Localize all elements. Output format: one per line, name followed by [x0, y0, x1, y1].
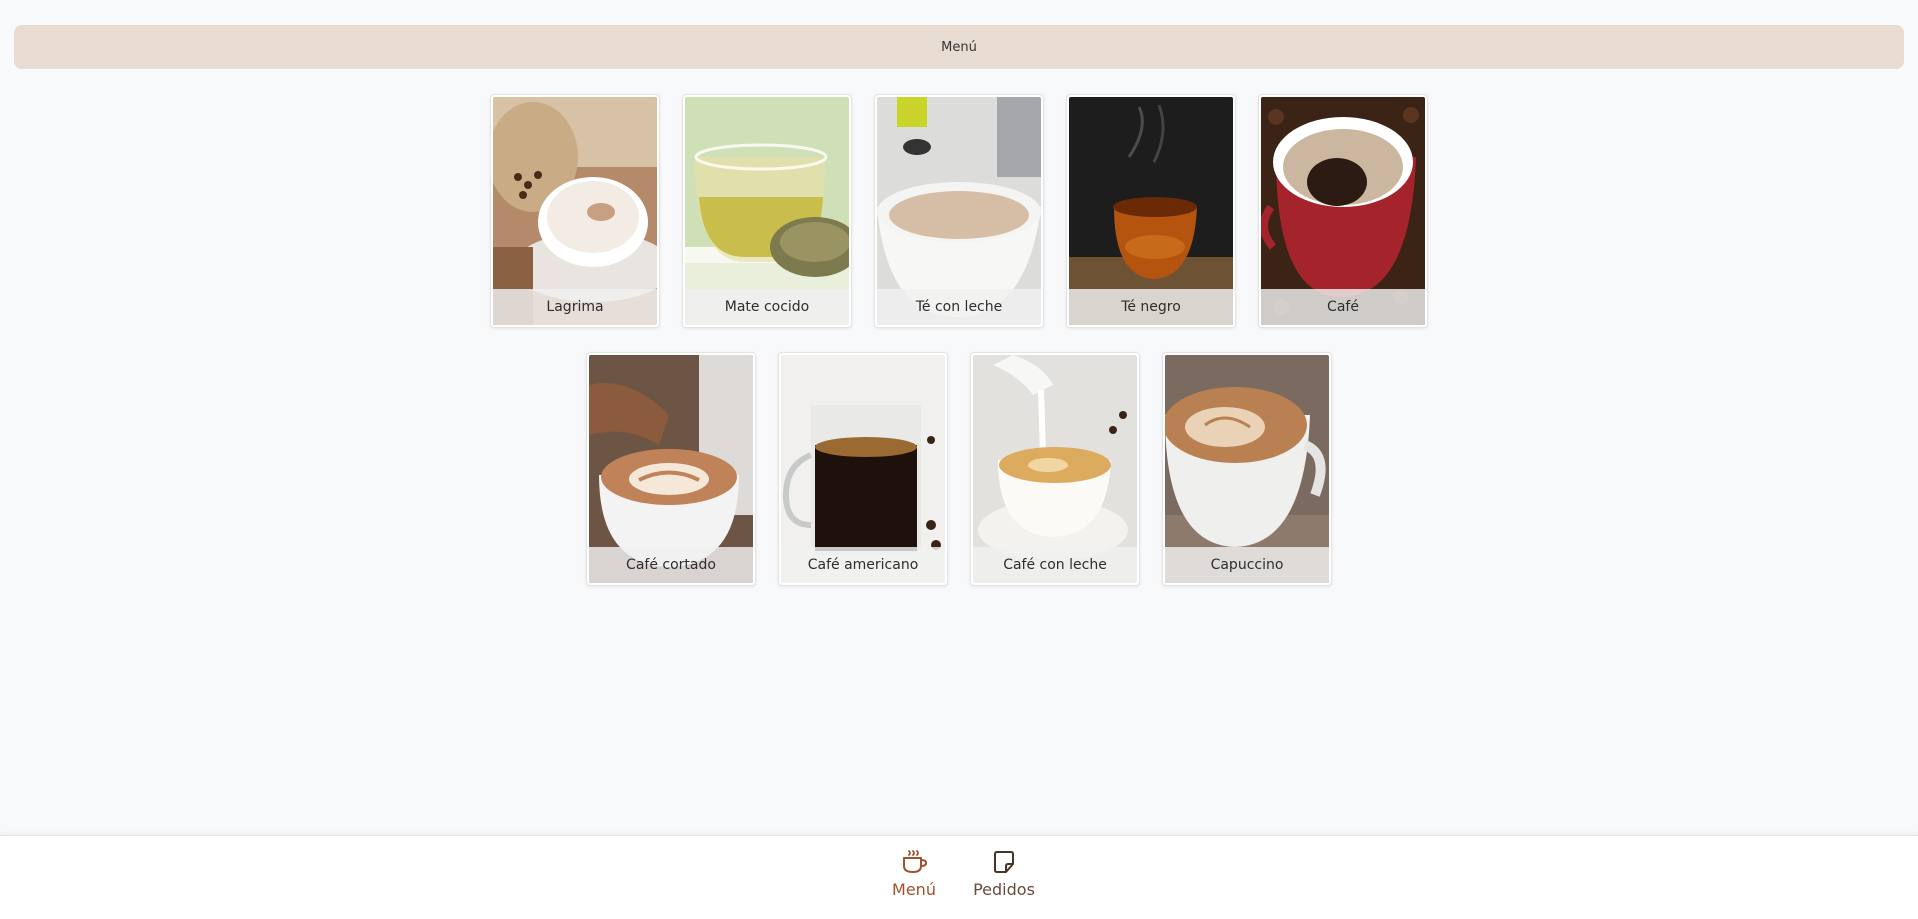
nav-label-menu: Menú — [892, 880, 936, 899]
menu-item-label: Café americano — [781, 547, 945, 583]
menu-item-mate-cocido[interactable]: Mate cocido — [682, 94, 852, 328]
menu-item-label: Té con leche — [877, 289, 1041, 325]
menu-item-photo: Té con leche — [877, 97, 1041, 325]
menu-item-cafe-con-leche[interactable]: Café con leche — [970, 352, 1140, 586]
menu-item-te-negro[interactable]: Té negro — [1066, 94, 1236, 328]
menu-item-label: Té negro — [1069, 289, 1233, 325]
menu-row-2: Café cortado Café americano Café con lec… — [586, 352, 1332, 586]
menu-item-photo: Café cortado — [589, 355, 753, 583]
menu-item-lagrima[interactable]: Lagrima — [490, 94, 660, 328]
top-bar: Menú — [14, 25, 1904, 69]
coffee-cup-icon — [903, 850, 928, 873]
menu-item-photo: Café — [1261, 97, 1425, 325]
menu-item-label: Mate cocido — [685, 289, 849, 325]
menu-item-te-con-leche[interactable]: Té con leche — [874, 94, 1044, 328]
menu-item-label: Lagrima — [493, 289, 657, 325]
menu-item-photo: Capuccino — [1165, 355, 1329, 583]
menu-item-capuccino[interactable]: Capuccino — [1162, 352, 1332, 586]
menu-item-photo: Mate cocido — [685, 97, 849, 325]
app: Menú Lagrima Mate cocido Té con leche Té… — [0, 0, 1918, 919]
menu-item-cafe[interactable]: Café — [1258, 94, 1428, 328]
page-title: Menú — [941, 39, 977, 55]
menu-item-label: Café cortado — [589, 547, 753, 583]
nav-item-menu[interactable]: Menú — [884, 836, 944, 919]
menu-item-photo: Café con leche — [973, 355, 1137, 583]
menu-item-cafe-americano[interactable]: Café americano — [778, 352, 948, 586]
menu-row-1: Lagrima Mate cocido Té con leche Té negr… — [490, 94, 1428, 328]
nav-item-pedidos[interactable]: Pedidos — [973, 836, 1035, 919]
menu-item-photo: Té negro — [1069, 97, 1233, 325]
menu-grid: Lagrima Mate cocido Té con leche Té negr… — [0, 94, 1918, 586]
note-icon — [994, 851, 1014, 873]
menu-item-label: Capuccino — [1165, 547, 1329, 583]
menu-item-label: Café con leche — [973, 547, 1137, 583]
menu-item-photo: Café americano — [781, 355, 945, 583]
menu-item-cafe-cortado[interactable]: Café cortado — [586, 352, 756, 586]
menu-item-photo: Lagrima — [493, 97, 657, 325]
menu-item-label: Café — [1261, 289, 1425, 325]
bottom-nav: Menú Pedidos — [0, 835, 1918, 919]
nav-label-pedidos: Pedidos — [973, 880, 1035, 899]
